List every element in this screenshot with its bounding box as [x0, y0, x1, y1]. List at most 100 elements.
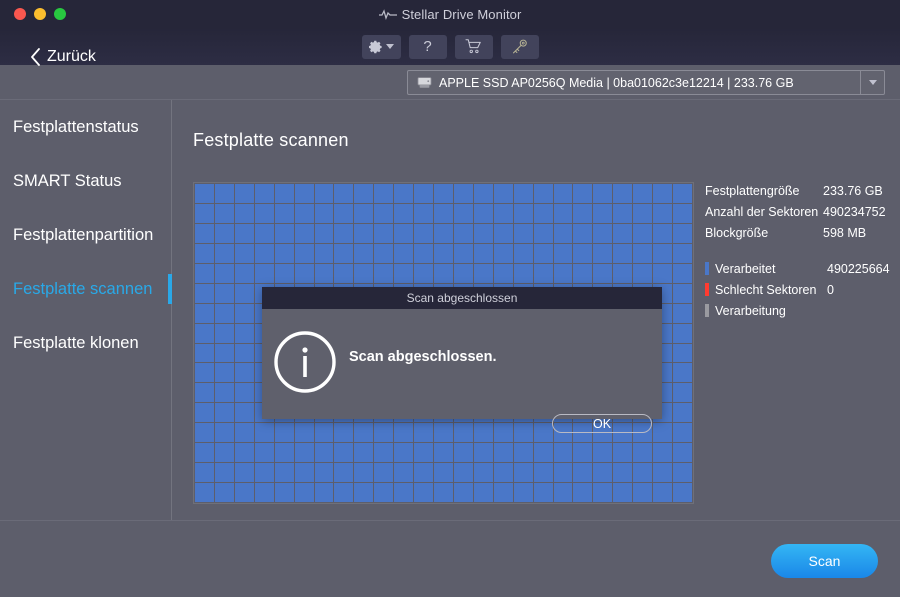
sidebar-item-festplatte-scannen[interactable]: Festplatte scannen [0, 262, 172, 316]
scan-grid-cell [613, 243, 633, 263]
legend-value: 490225664 [827, 261, 890, 276]
scan-grid-cell [633, 203, 653, 223]
scan-grid-cell [653, 223, 673, 243]
scan-grid-cell [533, 184, 553, 203]
back-label: Zurück [47, 48, 96, 65]
scan-grid-cell [593, 443, 613, 463]
scan-grid-cell [453, 483, 473, 502]
scan-complete-dialog: Scan abgeschlossen Scan abgeschlossen. O… [262, 287, 662, 433]
window-titlebar: Stellar Drive Monitor [0, 0, 900, 28]
scan-grid-cell [294, 423, 314, 443]
scan-grid-cell [434, 184, 453, 203]
scan-grid-cell [673, 403, 692, 423]
scan-grid-cell [653, 443, 673, 463]
scan-grid-cell [673, 483, 692, 502]
scan-grid-cell [394, 223, 414, 243]
scan-grid-cell [453, 203, 473, 223]
scan-grid-cell [294, 443, 314, 463]
sidebar-item-festplattenstatus[interactable]: Festplattenstatus [0, 100, 171, 154]
info-circle-icon [274, 331, 336, 393]
scan-grid-cell [573, 443, 593, 463]
scan-grid-cell [533, 463, 553, 483]
dialog-titlebar: Scan abgeschlossen [262, 287, 662, 309]
scan-grid-cell [493, 263, 513, 283]
scan-grid-cell [653, 423, 673, 443]
scan-grid-cell [394, 243, 414, 263]
scan-grid-cell [234, 283, 254, 303]
scan-grid-cell [573, 223, 593, 243]
scan-grid-cell [673, 263, 692, 283]
scan-grid-cell [473, 203, 493, 223]
back-link[interactable]: Zurück [30, 48, 96, 66]
dialog-ok-button[interactable]: OK [552, 414, 652, 433]
scan-grid-cell [214, 323, 234, 343]
scan-grid-cell [613, 463, 633, 483]
stat-row: Festplattengröße 233.76 GB [705, 180, 900, 201]
scan-button[interactable]: Scan [771, 544, 878, 578]
activate-button[interactable] [500, 34, 539, 59]
help-button[interactable]: ? [408, 34, 447, 59]
scan-grid-cell [274, 184, 294, 203]
scan-grid-cell [673, 343, 692, 363]
scan-grid-cell [234, 203, 254, 223]
scan-grid-cell [414, 463, 434, 483]
scan-grid-cell [294, 203, 314, 223]
sidebar-item-festplatte-klonen[interactable]: Festplatte klonen [0, 316, 171, 370]
scan-grid-cell [195, 223, 214, 243]
drive-select-value: APPLE SSD AP0256Q Media | 0ba01062c3e122… [439, 75, 794, 90]
scan-grid-cell [593, 223, 613, 243]
pulse-waveform-icon [378, 8, 397, 20]
scan-grid-cell [274, 263, 294, 283]
scan-grid-cell [214, 243, 234, 263]
stat-label: Festplattengröße [705, 183, 800, 198]
scan-grid-cell [195, 343, 214, 363]
stat-row: Anzahl der Sektoren 490234752 [705, 201, 900, 222]
scan-grid-cell [314, 223, 334, 243]
chevron-down-icon [385, 44, 394, 49]
sidebar-item-festplattenpartition[interactable]: Festplattenpartition [0, 208, 171, 262]
scan-grid-cell [613, 483, 633, 502]
scan-grid-cell [314, 463, 334, 483]
scan-grid-cell [354, 223, 374, 243]
sidebar-item-smart-status[interactable]: SMART Status [0, 154, 171, 208]
scan-grid-cell [473, 423, 493, 443]
scan-grid-cell [234, 184, 254, 203]
buy-button[interactable] [454, 34, 493, 59]
scan-grid-cell [473, 483, 493, 502]
scan-grid-cell [573, 243, 593, 263]
scan-grid-cell [573, 184, 593, 203]
scan-grid-cell [633, 443, 653, 463]
scan-grid-cell [673, 463, 692, 483]
stats-divider [705, 243, 900, 258]
scan-grid-cell [653, 263, 673, 283]
scan-grid-cell [633, 463, 653, 483]
scan-grid-cell [354, 483, 374, 502]
legend-swatch-processing [705, 304, 709, 317]
scan-grid-cell [394, 203, 414, 223]
scan-grid-cell [513, 423, 533, 443]
scan-grid-cell [214, 283, 234, 303]
scan-grid-cell [633, 263, 653, 283]
scan-grid-cell [513, 243, 533, 263]
scan-grid-cell [314, 443, 334, 463]
scan-grid-cell [195, 203, 214, 223]
drive-select[interactable]: APPLE SSD AP0256Q Media | 0ba01062c3e122… [407, 70, 885, 95]
scan-grid-cell [195, 323, 214, 343]
sidebar-item-label: Festplattenstatus [13, 117, 139, 136]
scan-grid-cell [234, 483, 254, 502]
scan-grid-cell [513, 443, 533, 463]
scan-grid-cell [434, 443, 453, 463]
scan-grid-cell [374, 243, 394, 263]
scan-grid-cell [434, 203, 453, 223]
scan-grid-cell [234, 363, 254, 383]
scan-grid-cell [453, 243, 473, 263]
scan-grid-cell [294, 483, 314, 502]
scan-grid-cell [533, 263, 553, 283]
scan-grid-cell [653, 463, 673, 483]
scan-grid-cell [453, 263, 473, 283]
scan-grid-cell [195, 383, 214, 403]
settings-button[interactable] [361, 34, 401, 59]
scan-grid-cell [673, 303, 692, 323]
drive-select-arrow[interactable] [860, 71, 884, 94]
scan-grid-cell [573, 463, 593, 483]
